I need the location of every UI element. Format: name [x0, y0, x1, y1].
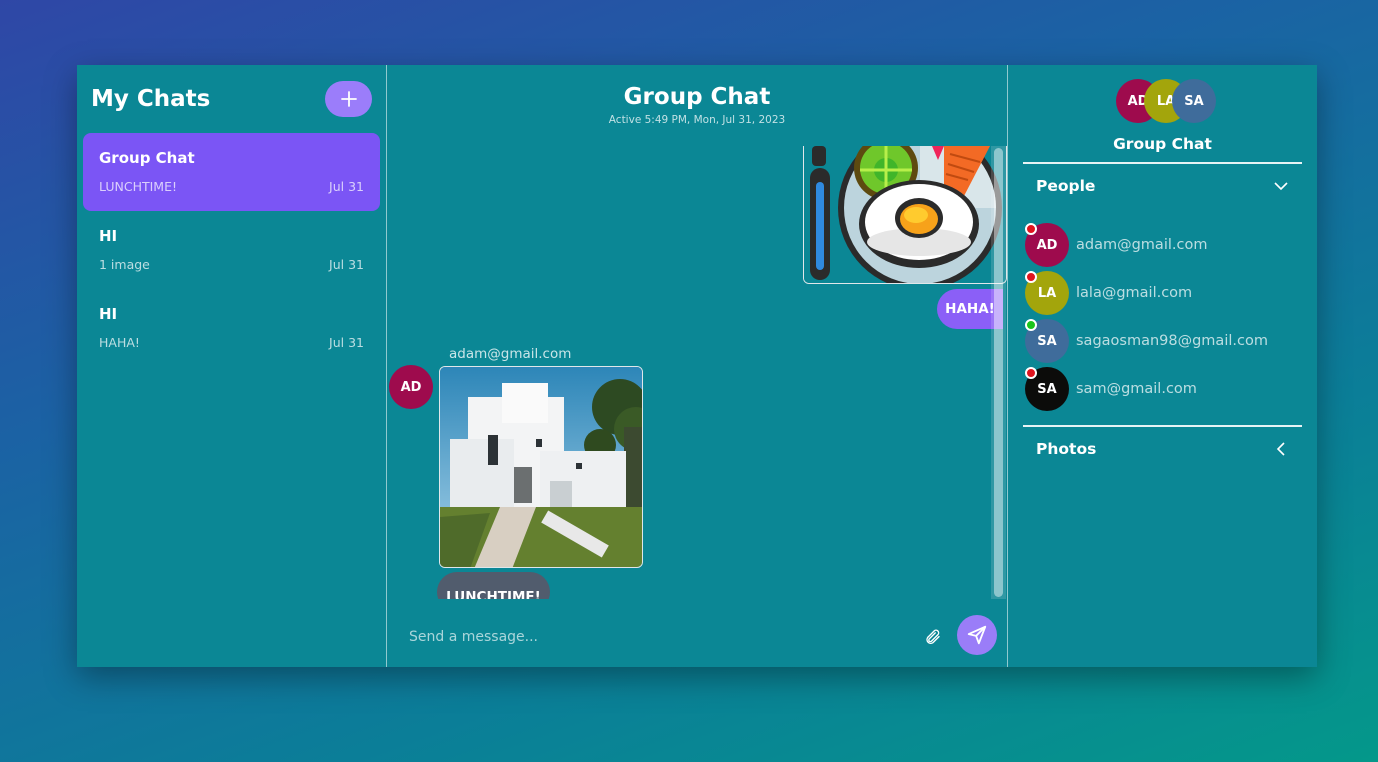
message-scrollbar[interactable]: [991, 146, 1006, 599]
status-indicator: [1025, 271, 1037, 283]
conversation-panel: Group Chat Active 5:49 PM, Mon, Jul 31, …: [387, 65, 1008, 667]
food-illustration-image: [804, 146, 1006, 283]
avatar: SA: [1025, 319, 1069, 363]
avatar-initials: LA: [1037, 285, 1057, 301]
paperclip-icon[interactable]: [924, 628, 942, 646]
incoming-image-message[interactable]: [439, 366, 643, 568]
new-chat-button[interactable]: [325, 81, 372, 117]
chat-item-preview: HAHA!: [99, 335, 140, 350]
chat-list-panel: My Chats Group Chat LUNCHTIME! Jul 31 HI…: [77, 65, 387, 667]
send-button[interactable]: [957, 615, 997, 655]
house-photo-image: [440, 367, 642, 567]
chevron-down-icon: [1274, 182, 1288, 191]
avatar: SA: [1025, 367, 1069, 411]
avatar: LA: [1025, 271, 1069, 315]
chat-item-hi-1[interactable]: HI 1 image Jul 31: [83, 211, 380, 289]
photos-section-toggle[interactable]: Photos: [1036, 440, 1289, 458]
status-indicator: [1025, 319, 1037, 331]
photos-section-label: Photos: [1036, 440, 1097, 458]
conversation-active-status: Active 5:49 PM, Mon, Jul 31, 2023: [608, 114, 786, 126]
people-section-toggle[interactable]: People: [1036, 177, 1289, 195]
chat-item-preview: 1 image: [99, 257, 150, 272]
chat-list: Group Chat LUNCHTIME! Jul 31 HI 1 image …: [83, 133, 380, 367]
person-email: adam@gmail.com: [1076, 237, 1208, 253]
chat-item-date: Jul 31: [329, 335, 364, 350]
person-email: sagaosman98@gmail.com: [1076, 333, 1268, 349]
person-item[interactable]: LA lala@gmail.com: [1025, 270, 1305, 316]
chat-item-preview: LUNCHTIME!: [99, 179, 177, 194]
message-list[interactable]: HAHA! adam@gmail.com AD LUNCHTIME!: [387, 146, 1007, 599]
person-item[interactable]: SA sagaosman98@gmail.com: [1025, 318, 1305, 364]
people-section-label: People: [1036, 177, 1096, 195]
person-email: sam@gmail.com: [1076, 381, 1197, 397]
person-email: lala@gmail.com: [1076, 285, 1193, 301]
chat-item-group-chat[interactable]: Group Chat LUNCHTIME! Jul 31: [83, 133, 380, 211]
group-avatar-stack: AD LA SA: [1116, 79, 1216, 123]
chevron-left-icon: [1276, 442, 1285, 456]
avatar-initials: SA: [1037, 333, 1057, 349]
chat-app-window: My Chats Group Chat LUNCHTIME! Jul 31 HI…: [77, 65, 1317, 667]
chat-item-name: HI: [99, 227, 118, 245]
message-input[interactable]: [409, 625, 909, 649]
chat-item-hi-2[interactable]: HI HAHA! Jul 31: [83, 289, 380, 367]
avatar-initials: SA: [1037, 381, 1057, 397]
chat-details-panel: AD LA SA Group Chat People AD adam@gmail…: [1008, 65, 1317, 667]
outgoing-image-message[interactable]: [803, 146, 1007, 284]
chat-item-name: Group Chat: [99, 149, 195, 167]
status-indicator: [1025, 367, 1037, 379]
divider: [1023, 425, 1302, 427]
chat-item-name: HI: [99, 305, 118, 323]
chat-item-date: Jul 31: [329, 257, 364, 272]
send-icon: [967, 625, 987, 645]
avatar-initials: AD: [1036, 237, 1058, 253]
avatar: AD: [1025, 223, 1069, 267]
sidebar-title: My Chats: [91, 86, 211, 112]
chat-item-date: Jul 31: [329, 179, 364, 194]
divider: [1023, 162, 1302, 164]
person-item[interactable]: AD adam@gmail.com: [1025, 222, 1305, 268]
incoming-text-message: LUNCHTIME!: [437, 572, 550, 599]
group-name: Group Chat: [1113, 135, 1212, 153]
avatar[interactable]: AD: [389, 365, 433, 409]
status-indicator: [1025, 223, 1037, 235]
person-item[interactable]: SA sam@gmail.com: [1025, 366, 1305, 412]
message-sender-name: adam@gmail.com: [449, 346, 572, 362]
conversation-title: Group Chat: [623, 84, 771, 110]
avatar: SA: [1172, 79, 1216, 123]
plus-icon: [340, 91, 357, 107]
scrollbar-thumb[interactable]: [994, 148, 1003, 597]
